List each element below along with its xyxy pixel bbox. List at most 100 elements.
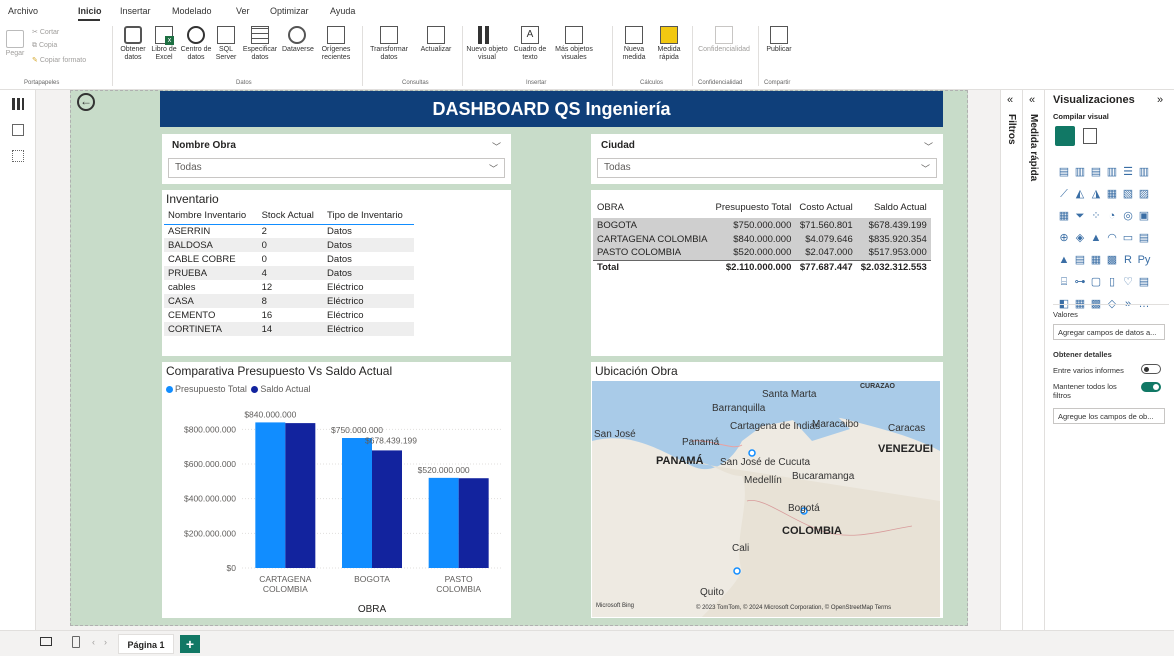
qa-icon[interactable]: ▢ (1089, 275, 1103, 289)
key-influencers-icon[interactable]: ⌸ (1057, 275, 1071, 289)
paginated-icon[interactable]: ▤ (1137, 275, 1151, 289)
cross-report-toggle[interactable] (1141, 364, 1161, 374)
map-pin[interactable] (748, 449, 756, 457)
table-row[interactable]: CASA 8 Eléctrico (164, 294, 414, 308)
table-icon[interactable]: ▦ (1089, 253, 1103, 267)
collapse-icon[interactable]: » (1157, 94, 1163, 106)
filters-pane-collapsed[interactable]: « Filtros (1000, 90, 1022, 630)
expand-icon[interactable]: « (1007, 94, 1013, 106)
refresh-button[interactable]: Actualizar (414, 26, 458, 54)
cut-button[interactable]: ✂ Cortar (32, 28, 59, 36)
sql-server-button[interactable]: SQL Server (214, 26, 238, 62)
area-chart-icon[interactable]: ◭ (1073, 187, 1087, 201)
quick-measure-button[interactable]: Medida rápida (652, 26, 686, 62)
multi-row-card-icon[interactable]: ▤ (1137, 231, 1151, 245)
menu-modelado[interactable]: Modelado (172, 6, 212, 16)
menu-optimizar[interactable]: Optimizar (270, 6, 309, 16)
line-chart-icon[interactable]: ⟋ (1057, 187, 1071, 201)
stacked-bar-icon[interactable]: ▤ (1057, 165, 1071, 179)
donut-icon[interactable]: ◎ (1121, 209, 1135, 223)
table-row[interactable]: CORTINETA 14 Eléctrico (164, 322, 414, 336)
slicer-ciudad-dropdown[interactable]: Todas ﹀ (597, 158, 937, 178)
map-attribution[interactable]: © 2023 TomTom, © 2024 Microsoft Corporat… (696, 605, 891, 611)
clustered-column-icon[interactable]: ▥ (1105, 165, 1119, 179)
bar-icon[interactable]: ☰ (1121, 165, 1135, 179)
slicer-nombre-obra[interactable]: Nombre Obra ﹀ Todas ﹀ (162, 134, 511, 184)
expand-icon[interactable]: « (1029, 94, 1035, 106)
report-view-icon[interactable] (12, 98, 24, 110)
column-header[interactable]: Tipo de Inventario (323, 208, 414, 224)
more-visuals-button[interactable]: Más objetos visuales (552, 26, 596, 62)
table-row[interactable]: ASERRIN 2 Datos (164, 224, 414, 238)
inventario-table-visual[interactable]: Inventario Nombre Inventario Stock Actua… (162, 190, 511, 356)
table-view-icon[interactable] (12, 124, 24, 136)
values-drop-zone[interactable]: Agregar campos de datos a... (1053, 324, 1165, 340)
r-visual-icon[interactable]: R (1121, 253, 1135, 267)
get-data-button[interactable]: Obtener datos (118, 26, 148, 62)
column-header[interactable]: Presupuesto Total (712, 196, 796, 218)
narrative-icon[interactable]: ▯ (1105, 275, 1119, 289)
next-page-icon[interactable]: › (104, 637, 107, 647)
funnel-icon[interactable]: ⏷ (1073, 209, 1087, 223)
column-header[interactable]: OBRA (593, 196, 712, 218)
python-visual-icon[interactable]: Py (1137, 253, 1151, 267)
table-row[interactable]: CEMENTO 16 Eléctrico (164, 308, 414, 322)
text-box-button[interactable]: A Cuadro de texto (510, 26, 550, 62)
column-header[interactable]: Costo Actual (795, 196, 856, 218)
map-icon[interactable]: ⊕ (1057, 231, 1071, 245)
column-icon[interactable]: ▥ (1137, 165, 1151, 179)
sensitivity-button[interactable]: Confidencialidad (694, 26, 754, 54)
format-painter-button[interactable]: ✎ Copiar formato (32, 56, 86, 64)
keep-filters-toggle[interactable] (1141, 382, 1161, 392)
kpi-icon[interactable]: ▲ (1057, 253, 1071, 267)
slicer-icon[interactable]: ▤ (1073, 253, 1087, 267)
gauge-icon[interactable]: ◠ (1105, 231, 1119, 245)
enter-data-button[interactable]: Especificar datos (240, 26, 280, 62)
desktop-layout-icon[interactable] (40, 637, 52, 646)
paste-button[interactable]: Pegar (4, 26, 26, 58)
column-header[interactable]: Saldo Actual (857, 196, 931, 218)
bar[interactable] (285, 423, 316, 568)
bar[interactable] (255, 422, 286, 568)
funnel-icon[interactable]: ▦ (1057, 209, 1071, 223)
menu-archivo[interactable]: Archivo (8, 6, 38, 16)
table-row[interactable]: BALDOSA 0 Datos (164, 238, 414, 252)
chevron-down-icon[interactable]: ﹀ (492, 140, 501, 153)
bar-chart-visual[interactable]: Comparativa Presupuesto Vs Saldo Actual … (162, 362, 511, 618)
data-hub-button[interactable]: Centro de datos (180, 26, 212, 62)
recent-sources-button[interactable]: Orígenes recientes (316, 26, 356, 62)
mobile-layout-icon[interactable] (72, 636, 80, 648)
model-view-icon[interactable] (12, 150, 24, 162)
clustered-column-icon[interactable]: ▥ (1073, 165, 1087, 179)
slicer-ciudad[interactable]: Ciudad ﹀ Todas ﹀ (591, 134, 943, 184)
format-visual-icon[interactable] (1083, 128, 1097, 144)
table-row[interactable]: CABLE COBRE 0 Datos (164, 252, 414, 266)
table-row[interactable]: CARTAGENA COLOMBIA $840.000.000 $4.079.646… (593, 232, 931, 246)
add-page-button[interactable]: + (180, 635, 200, 653)
waterfall-icon[interactable]: ▨ (1137, 187, 1151, 201)
table-row[interactable]: cables 12 Eléctrico (164, 280, 414, 294)
new-visual-button[interactable]: Nuevo objeto visual (466, 26, 508, 62)
table-row[interactable]: BOGOTA $750.000.000 $71.560.801 $678.439.19… (593, 218, 931, 232)
card-icon[interactable]: ▭ (1121, 231, 1135, 245)
page-tab-1[interactable]: Página 1 (118, 634, 174, 654)
excel-button[interactable]: x Libro de Excel (150, 26, 178, 62)
bar[interactable] (372, 450, 402, 568)
prev-page-icon[interactable]: ‹ (92, 637, 95, 647)
filled-map-icon[interactable]: ◈ (1073, 231, 1087, 245)
publish-button[interactable]: Publicar (762, 26, 796, 54)
decomposition-tree-icon[interactable]: ⊶ (1073, 275, 1087, 289)
copy-button[interactable]: ⧉ Copia (32, 42, 57, 50)
map-area[interactable]: Santa Marta CURAZAO Barranquilla Cartage… (592, 381, 940, 617)
menu-inicio[interactable]: Inicio (78, 6, 102, 16)
quick-measure-pane-collapsed[interactable]: « Medida rápida (1022, 90, 1044, 630)
build-visual-tab[interactable] (1055, 126, 1075, 146)
table-row[interactable]: PRUEBA 4 Datos (164, 266, 414, 280)
menu-insertar[interactable]: Insertar (120, 6, 151, 16)
scatter-icon[interactable]: ⁘ (1089, 209, 1103, 223)
azure-map-icon[interactable]: ▲ (1089, 231, 1103, 245)
dataverse-button[interactable]: Dataverse (282, 26, 314, 54)
obra-table-visual[interactable]: OBRA Presupuesto Total Costo Actual Sald… (591, 190, 943, 356)
map-pin[interactable] (733, 567, 741, 575)
stacked-bar-100-icon[interactable]: ▤ (1089, 165, 1103, 179)
